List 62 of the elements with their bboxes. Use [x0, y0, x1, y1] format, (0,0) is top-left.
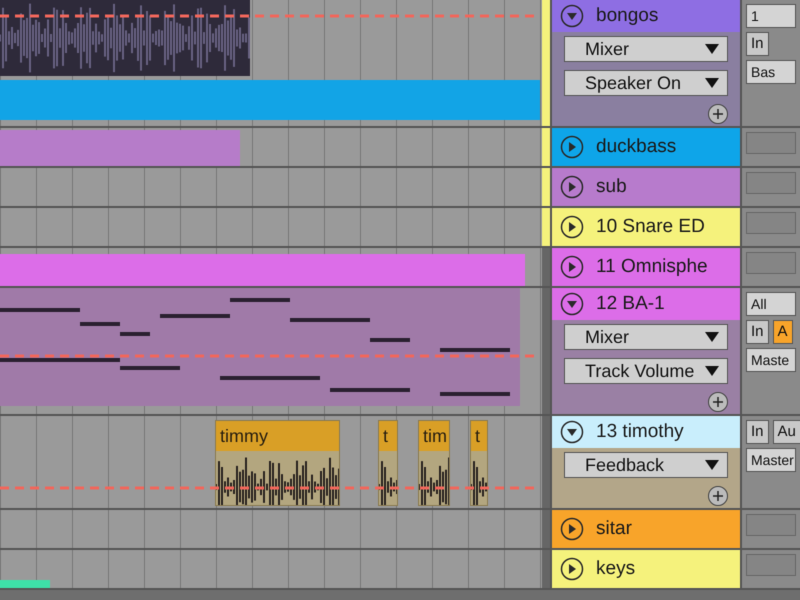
dropdown[interactable]: Feedback: [564, 452, 728, 478]
empty-slot: [746, 132, 796, 154]
track-header[interactable]: bongos: [552, 0, 740, 32]
collapse-icon: [560, 292, 584, 316]
toggle-button[interactable]: Au: [772, 420, 800, 444]
track-name: sitar: [596, 516, 632, 541]
group-strip: [542, 550, 550, 588]
routing-field[interactable]: Master: [746, 448, 796, 472]
waveform-drawing: [419, 457, 449, 505]
track-name: bongos: [596, 4, 658, 28]
toggle-button[interactable]: In: [746, 420, 769, 444]
expand-icon: [560, 175, 584, 199]
routing-field[interactable]: Maste: [746, 348, 796, 372]
add-icon[interactable]: [708, 486, 728, 506]
track-name: 11 Omnisphe: [596, 254, 708, 279]
caret-icon: [705, 78, 719, 88]
track-name: 10 Snare ED: [596, 214, 705, 239]
group-strip: [542, 128, 550, 166]
group-strip: [542, 510, 550, 548]
add-icon[interactable]: [708, 392, 728, 412]
empty-slot: [746, 514, 796, 536]
collapse-icon: [560, 420, 584, 444]
expand-icon: [560, 557, 584, 581]
track-name: 12 BA-1: [596, 292, 665, 316]
group-strip: [542, 208, 550, 246]
track-name: keys: [596, 556, 636, 581]
track-name: 13 timothy: [596, 420, 684, 444]
dropdown[interactable]: Speaker On: [564, 70, 728, 96]
empty-slot: [746, 554, 796, 576]
toggle-button[interactable]: A: [772, 320, 793, 344]
clip-name: t: [471, 421, 487, 451]
collapse-icon: [560, 4, 584, 28]
caret-icon: [705, 366, 719, 376]
routing-field[interactable]: 1: [746, 4, 796, 28]
dropdown[interactable]: Mixer: [564, 36, 728, 62]
group-strip: [542, 248, 550, 286]
caret-icon: [705, 332, 719, 342]
empty-slot: [746, 252, 796, 274]
empty-slot: [746, 172, 796, 194]
track-header[interactable]: 13 timothy: [552, 416, 740, 448]
expand-icon: [560, 255, 584, 279]
clip-name: t: [379, 421, 397, 451]
toggle-button[interactable]: In: [746, 320, 769, 344]
caret-icon: [705, 460, 719, 470]
track-name: duckbass: [596, 134, 676, 159]
clip-name: timmy: [216, 421, 339, 451]
track-name: sub: [596, 174, 627, 199]
expand-icon: [560, 215, 584, 239]
expand-icon: [560, 135, 584, 159]
clip-bar: [0, 580, 50, 588]
routing-field[interactable]: Bas: [746, 60, 796, 84]
expand-icon: [560, 517, 584, 541]
routing-field[interactable]: All: [746, 292, 796, 316]
group-strip: [542, 168, 550, 206]
caret-icon: [705, 44, 719, 54]
toggle-button[interactable]: In: [746, 32, 769, 56]
empty-slot: [746, 212, 796, 234]
track-header[interactable]: 12 BA-1: [552, 288, 740, 320]
add-icon[interactable]: [708, 104, 728, 124]
dropdown[interactable]: Mixer: [564, 324, 728, 350]
clip-name: tim: [419, 421, 449, 451]
dropdown[interactable]: Track Volume: [564, 358, 728, 384]
